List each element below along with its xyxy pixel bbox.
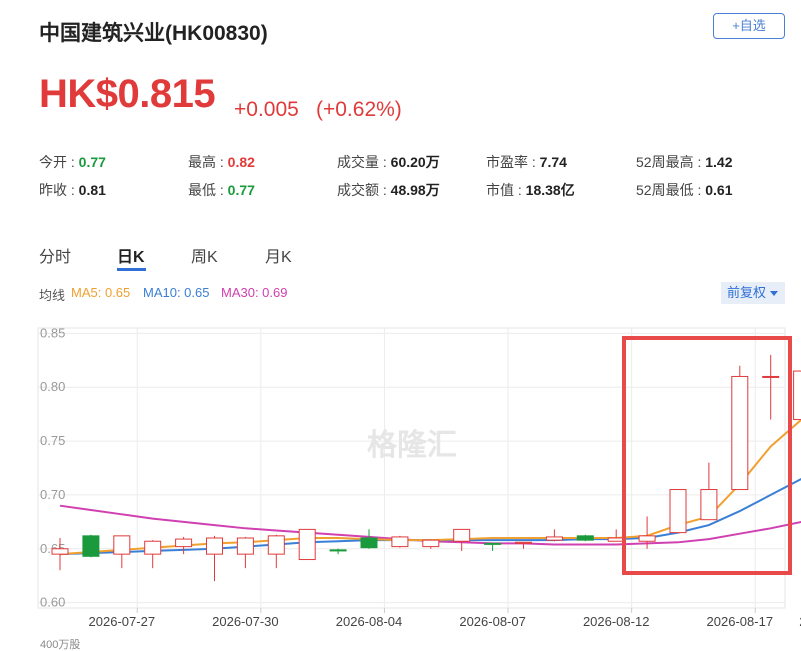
candle-body xyxy=(267,535,285,555)
stat-item: 52周最低 : 0.61 xyxy=(636,180,733,200)
stat-label: 昨收 : xyxy=(39,182,79,198)
tab-intraday[interactable]: 分时 xyxy=(39,243,71,267)
stat-value: 48.98万 xyxy=(390,182,440,198)
stat-label: 市值 : xyxy=(486,182,526,198)
candle-body xyxy=(607,537,625,542)
y-tick-label: 0.80 xyxy=(40,379,65,394)
current-price: HK$0.815 xyxy=(39,72,216,116)
active-tab-indicator xyxy=(117,268,146,271)
adjust-label: 前复权 xyxy=(727,285,767,300)
candle-body xyxy=(144,540,162,555)
stat-item: 市盈率 : 7.74 xyxy=(486,152,567,172)
stat-item: 最高 : 0.82 xyxy=(188,152,255,172)
candle-body xyxy=(545,536,563,541)
kline-chart[interactable]: 0.850.800.750.700.650.602026-07-272026-0… xyxy=(0,310,801,636)
stat-label: 今开 : xyxy=(39,154,79,170)
stat-item: 成交量 : 60.20万 xyxy=(337,152,440,172)
stat-label: 最低 : xyxy=(188,182,228,198)
stat-label: 52周最低 : xyxy=(636,182,706,198)
stat-item: 市值 : 18.38亿 xyxy=(486,180,575,200)
x-tick-label: 2026-08-04 xyxy=(336,614,403,629)
stat-item: 成交额 : 48.98万 xyxy=(337,180,440,200)
stock-title: 中国建筑兴业(HK00830) xyxy=(39,22,268,45)
y-tick-label: 0.60 xyxy=(40,595,65,610)
candle-body xyxy=(298,528,316,561)
stat-value: 7.74 xyxy=(539,154,567,170)
stat-label: 成交额 : xyxy=(337,182,391,198)
tab-monthly-k[interactable]: 月K xyxy=(265,243,292,267)
watermark-logo: 格隆汇 xyxy=(367,428,457,463)
stat-label: 成交量 : xyxy=(337,154,391,170)
candle-body xyxy=(700,489,718,521)
candle-body xyxy=(484,542,502,545)
x-tick-label: 2026-08-07 xyxy=(459,614,526,629)
candle-body xyxy=(113,535,131,555)
stat-label: 52周最高 : xyxy=(636,154,706,170)
ma10-legend: MA10: 0.65 xyxy=(143,285,210,300)
candle-body xyxy=(329,549,347,552)
x-tick-label: 2026-07-30 xyxy=(212,614,279,629)
candle-body xyxy=(51,548,69,555)
volume-unit-label: 400万股 xyxy=(40,639,81,651)
price-change-percent: (+0.62%) xyxy=(316,98,402,121)
stat-label: 最高 : xyxy=(188,154,228,170)
candle-body xyxy=(669,489,687,534)
stat-value: 0.61 xyxy=(705,182,733,198)
caret-down-icon xyxy=(770,291,779,297)
price-change: +0.005 xyxy=(234,98,299,121)
candle-body xyxy=(360,537,378,549)
candle-body xyxy=(453,528,471,542)
candle-body xyxy=(422,539,440,548)
tab-weekly-k[interactable]: 周K xyxy=(191,243,218,267)
stat-value: 0.82 xyxy=(227,154,255,170)
plot-frame xyxy=(37,327,786,609)
candle-body xyxy=(762,375,780,378)
stat-item: 昨收 : 0.81 xyxy=(39,180,106,200)
stat-label: 市盈率 : xyxy=(486,154,540,170)
candle-body xyxy=(82,535,100,557)
stat-value: 0.77 xyxy=(78,154,106,170)
ma30-line xyxy=(59,504,801,546)
stat-value: 60.20万 xyxy=(390,154,440,170)
stat-value: 0.81 xyxy=(78,182,106,198)
stat-value: 18.38亿 xyxy=(525,182,575,198)
stat-item: 今开 : 0.77 xyxy=(39,152,106,172)
x-tick-label: 2026-08-17 xyxy=(707,614,774,629)
candle-body xyxy=(236,537,254,555)
y-tick-label: 0.75 xyxy=(40,433,65,448)
add-watchlist-button[interactable]: +自选 xyxy=(713,13,785,39)
candle-body xyxy=(175,538,193,548)
stat-value: 0.77 xyxy=(227,182,255,198)
ma5-legend: MA5: 0.65 xyxy=(71,285,131,300)
tab-daily-k[interactable]: 日K xyxy=(117,243,145,267)
candle-body xyxy=(515,541,532,544)
candle-body xyxy=(391,536,409,548)
stat-item: 52周最高 : 1.42 xyxy=(636,152,733,172)
candle-body xyxy=(576,535,594,541)
x-tick-label: 2026-07-27 xyxy=(89,614,156,629)
x-tick-label: 2026-08-12 xyxy=(583,614,650,629)
stat-value: 1.42 xyxy=(705,154,733,170)
candle-body xyxy=(731,375,749,491)
y-tick-label: 0.85 xyxy=(40,325,65,340)
ma30-legend: MA30: 0.69 xyxy=(221,285,288,300)
candle-body xyxy=(793,370,801,421)
y-tick-label: 0.70 xyxy=(40,487,65,502)
adjust-dropdown[interactable]: 前复权 xyxy=(721,282,785,304)
candle-body xyxy=(206,537,223,555)
stat-item: 最低 : 0.77 xyxy=(188,180,255,200)
candle-body xyxy=(638,535,656,542)
ma-prefix: 均线 xyxy=(39,288,66,303)
